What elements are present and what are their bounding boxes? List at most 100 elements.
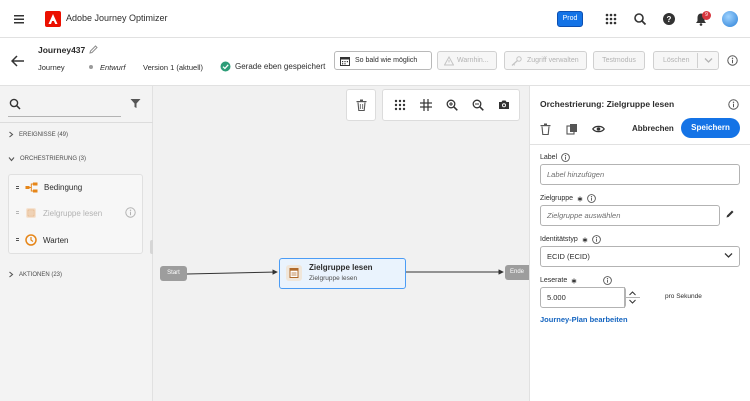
required-asterisk-icon <box>571 278 577 283</box>
journey-version[interactable]: Version 1 (aktuell) <box>143 63 203 72</box>
category-events[interactable]: EREIGNISSE (49) <box>8 131 68 138</box>
delete-button-label: Löschen <box>663 57 690 64</box>
clock-icon <box>25 234 37 246</box>
category-orchestration-label: ORCHESTRIERUNG (3) <box>20 156 87 162</box>
schedule-button-label: So bald wie möglich <box>355 57 418 64</box>
edge-start-to-activity <box>186 269 278 275</box>
chevron-down-icon <box>8 157 15 162</box>
checkmark-circle-icon <box>220 61 231 72</box>
palette-item-label: Zielgruppe lesen <box>43 208 103 218</box>
identity-type-label-text: Identitätstyp <box>540 236 578 243</box>
label-field-label-text: Label <box>540 154 558 161</box>
hamburger-menu-icon[interactable] <box>12 12 26 26</box>
info-icon[interactable] <box>603 276 613 285</box>
audience-input[interactable]: Zielgruppe auswählen <box>540 205 720 226</box>
app-title: Adobe Journey Optimizer <box>66 13 168 23</box>
chevron-down-icon[interactable] <box>704 57 713 64</box>
info-icon[interactable] <box>587 194 596 203</box>
trash-icon[interactable] <box>540 123 551 135</box>
read-rate-label-text: Leserate <box>540 277 568 284</box>
category-orchestration[interactable]: ORCHESTRIERUNG (3) <box>8 156 86 162</box>
info-icon[interactable] <box>728 99 739 110</box>
key-icon <box>511 56 522 66</box>
user-avatar[interactable] <box>722 11 738 27</box>
category-actions[interactable]: AKTIONEN (23) <box>8 271 62 278</box>
category-events-label: EREIGNISSE (49) <box>19 131 69 138</box>
audience-input-placeholder: Zielgruppe auswählen <box>547 211 621 220</box>
journey-status: Entwurf <box>100 63 126 72</box>
notification-count-badge: 9 <box>702 11 711 20</box>
drag-handle-icon[interactable] <box>16 185 19 190</box>
filter-icon[interactable] <box>130 98 141 109</box>
activity-node-subtitle: Zielgruppe lesen <box>309 275 358 282</box>
stepper-down-icon[interactable] <box>629 299 636 304</box>
save-status-text: Gerade eben gespeichert <box>235 62 326 71</box>
read-rate-value: 5.000 <box>547 293 566 302</box>
read-rate-unit: pro Sekunde <box>665 293 702 300</box>
info-icon[interactable] <box>727 55 738 66</box>
palette-item-label: Warten <box>43 235 69 245</box>
back-arrow-icon[interactable] <box>11 55 25 67</box>
palette-item-wait[interactable]: Warten <box>16 234 69 246</box>
svg-text:?: ? <box>667 15 672 24</box>
canvas-connections <box>186 269 504 275</box>
help-icon[interactable]: ? <box>662 12 676 26</box>
environment-badge[interactable]: Prod <box>557 11 583 27</box>
stepper-up-icon[interactable] <box>629 291 636 296</box>
manage-access-label: Zugriff verwalten <box>527 57 579 64</box>
identity-type-value: ECID (ECID) <box>547 252 590 261</box>
calendar-icon <box>340 56 350 66</box>
status-dot <box>89 65 93 69</box>
adobe-logo-icon <box>45 11 61 27</box>
journey-type-label: Journey <box>38 63 65 72</box>
panel-title: Orchestrierung: Zielgruppe lesen <box>540 99 675 109</box>
chevron-right-icon <box>9 131 14 138</box>
warnings-button[interactable]: Warnhin... <box>437 51 497 70</box>
read-audience-icon <box>286 265 302 281</box>
read-rate-input[interactable]: 5.000 <box>540 287 626 308</box>
required-asterisk-icon <box>577 196 583 201</box>
label-input-placeholder: Label hinzufügen <box>547 170 605 179</box>
label-input[interactable]: Label hinzufügen <box>540 164 740 185</box>
eye-icon[interactable] <box>592 123 605 135</box>
palette-item-read-audience[interactable]: Zielgruppe lesen <box>16 207 102 219</box>
edit-pencil-icon[interactable] <box>725 209 735 219</box>
read-audience-icon <box>26 208 36 218</box>
journey-name: Journey437 <box>38 45 86 55</box>
save-button[interactable]: Speichern <box>681 118 740 138</box>
drag-handle-icon[interactable] <box>16 238 19 242</box>
edit-pencil-icon[interactable] <box>88 44 99 55</box>
palette-search-input[interactable] <box>8 116 121 117</box>
audience-field-label: Zielgruppe <box>540 194 596 203</box>
info-icon[interactable] <box>125 207 136 218</box>
search-icon[interactable] <box>9 98 21 110</box>
drag-handle-icon[interactable] <box>16 211 19 215</box>
apps-grid-icon[interactable] <box>604 12 618 26</box>
palette-item-label: Bedingung <box>44 183 83 192</box>
chevron-right-icon <box>9 271 14 278</box>
manage-access-button[interactable]: Zugriff verwalten <box>504 51 587 70</box>
start-node[interactable]: Start <box>160 266 187 281</box>
category-actions-label: AKTIONEN (23) <box>19 271 63 278</box>
end-node[interactable]: Ende <box>505 265 529 280</box>
search-icon[interactable] <box>633 12 647 26</box>
duplicate-icon[interactable] <box>566 123 578 135</box>
required-asterisk-icon <box>582 237 588 242</box>
test-mode-button[interactable]: Testmodus <box>593 51 645 70</box>
warning-icon <box>444 56 454 66</box>
identity-type-select[interactable]: ECID (ECID) <box>540 246 740 267</box>
cancel-button[interactable]: Abbrechen <box>632 124 674 133</box>
info-icon[interactable] <box>591 235 601 244</box>
read-rate-field-label: Leserate <box>540 276 613 285</box>
edit-journey-plan-link[interactable]: Journey-Plan bearbeiten <box>540 315 628 324</box>
panel-divider <box>529 144 750 145</box>
chevron-down-icon[interactable] <box>724 252 733 259</box>
read-rate-stepper[interactable] <box>624 287 640 308</box>
activity-node-title: Zielgruppe lesen <box>309 263 373 272</box>
condition-branch-icon <box>25 182 38 193</box>
delete-split-divider <box>697 53 698 68</box>
identity-type-field-label: Identitätstyp <box>540 235 601 244</box>
info-icon[interactable] <box>561 153 570 162</box>
palette-item-condition[interactable]: Bedingung <box>16 182 82 193</box>
audience-field-label-text: Zielgruppe <box>540 195 574 202</box>
